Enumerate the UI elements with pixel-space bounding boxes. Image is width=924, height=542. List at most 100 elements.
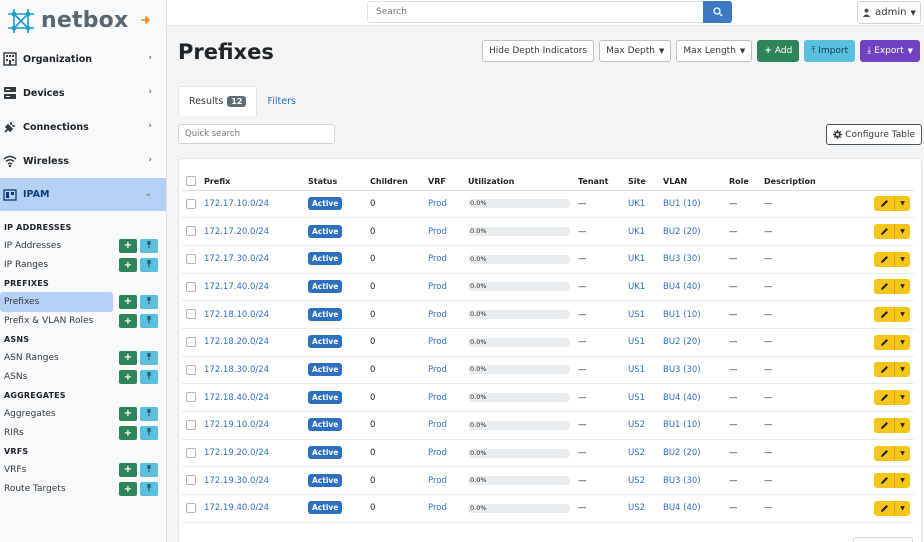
edit-button[interactable] xyxy=(874,196,894,212)
menu-item-route-targets[interactable]: Route Targets + ⤒ xyxy=(0,480,158,500)
site-link[interactable]: UK1 xyxy=(628,254,645,264)
menu-item-asns[interactable]: ASNs + ⤒ xyxy=(0,368,158,388)
hide-depth-indicators-button[interactable]: Hide Depth Indicators xyxy=(482,40,595,62)
row-checkbox[interactable] xyxy=(186,337,196,348)
prefix-link[interactable]: 172.17.40.0/24 xyxy=(204,282,269,292)
edit-button[interactable] xyxy=(874,307,894,323)
upload-icon[interactable]: ⤒ xyxy=(140,406,158,421)
column-header-role[interactable]: Role xyxy=(725,173,760,191)
add-icon[interactable]: + xyxy=(119,350,137,365)
max-length-dropdown[interactable]: Max Length ▼ xyxy=(676,40,753,62)
row-select-cell[interactable] xyxy=(182,411,200,440)
vrf-link[interactable]: Prod xyxy=(428,476,447,486)
upload-icon[interactable]: ⤒ xyxy=(140,426,158,441)
row-checkbox[interactable] xyxy=(186,253,196,264)
prefix-link[interactable]: 172.19.10.0/24 xyxy=(204,420,269,430)
menu-item-aggregates[interactable]: Aggregates + ⤒ xyxy=(0,404,158,424)
row-checkbox[interactable] xyxy=(186,226,196,237)
row-select-cell[interactable] xyxy=(182,300,200,329)
column-header-children[interactable]: Children xyxy=(366,173,424,191)
vlan-link[interactable]: BU1 (10) xyxy=(663,420,701,430)
vrf-link[interactable]: Prod xyxy=(428,310,447,320)
row-checkbox[interactable] xyxy=(186,309,196,320)
prefix-link[interactable]: 172.18.20.0/24 xyxy=(204,337,269,347)
edit-dropdown-toggle[interactable]: ▼ xyxy=(894,307,910,323)
site-link[interactable]: US2 xyxy=(628,476,645,486)
menu-item-vrfs[interactable]: VRFs + ⤒ xyxy=(0,460,158,480)
configure-table-button[interactable]: Configure Table xyxy=(826,124,922,145)
tab-results[interactable]: Results 12 xyxy=(178,86,258,116)
site-link[interactable]: US1 xyxy=(628,337,645,347)
menu-item-prefix-vlan-roles[interactable]: Prefix & VLAN Roles + ⤒ xyxy=(0,312,158,332)
site-link[interactable]: US2 xyxy=(628,503,645,513)
sidebar-section-devices[interactable]: Devices › xyxy=(0,76,166,110)
menu-item-asn-ranges[interactable]: ASN Ranges + ⤒ xyxy=(0,348,158,368)
edit-dropdown-toggle[interactable]: ▼ xyxy=(894,224,910,240)
edit-dropdown-toggle[interactable]: ▼ xyxy=(894,279,910,295)
prefix-link[interactable]: 172.17.30.0/24 xyxy=(204,254,269,264)
upload-icon[interactable]: ⤒ xyxy=(140,314,158,329)
row-select-cell[interactable] xyxy=(182,190,200,219)
select-all-checkbox[interactable] xyxy=(186,176,196,187)
edit-dropdown-toggle[interactable]: ▼ xyxy=(894,390,910,406)
edit-button[interactable] xyxy=(874,279,894,295)
column-header-utilization[interactable]: Utilization xyxy=(464,173,574,191)
prefix-link[interactable]: 172.18.30.0/24 xyxy=(204,365,269,375)
menu-item-prefixes[interactable]: Prefixes + ⤒ xyxy=(0,292,158,312)
upload-icon[interactable]: ⤒ xyxy=(140,294,158,309)
row-checkbox[interactable] xyxy=(186,475,196,486)
vlan-link[interactable]: BU2 (20) xyxy=(663,448,701,458)
vrf-link[interactable]: Prod xyxy=(428,503,447,513)
column-header-vlan[interactable]: VLAN xyxy=(659,173,725,191)
upload-icon[interactable]: ⤒ xyxy=(140,258,158,273)
edit-dropdown-toggle[interactable]: ▼ xyxy=(894,500,910,516)
edit-button[interactable] xyxy=(874,334,894,350)
vlan-link[interactable]: BU4 (40) xyxy=(663,282,701,292)
search-button[interactable] xyxy=(703,1,732,23)
site-link[interactable]: US2 xyxy=(628,420,645,430)
pin-icon[interactable] xyxy=(140,15,150,25)
row-checkbox[interactable] xyxy=(186,198,196,209)
prefix-link[interactable]: 172.18.40.0/24 xyxy=(204,393,269,403)
edit-button[interactable] xyxy=(874,224,894,240)
edit-button[interactable] xyxy=(874,251,894,267)
export-button[interactable]: ⤓ Export ▼ xyxy=(860,40,920,62)
select-all-header[interactable] xyxy=(182,173,200,191)
edit-button[interactable] xyxy=(874,390,894,406)
row-checkbox[interactable] xyxy=(186,364,196,375)
prefix-link[interactable]: 172.19.40.0/24 xyxy=(204,503,269,513)
menu-item-ip-ranges[interactable]: IP Ranges + ⤒ xyxy=(0,256,158,276)
sidebar-section-wireless[interactable]: Wireless › xyxy=(0,144,166,178)
vrf-link[interactable]: Prod xyxy=(428,254,447,264)
edit-dropdown-toggle[interactable]: ▼ xyxy=(894,473,910,489)
add-icon[interactable]: + xyxy=(119,406,137,421)
sidebar-section-connections[interactable]: Connections › xyxy=(0,110,166,144)
edit-button[interactable] xyxy=(874,445,894,461)
add-icon[interactable]: + xyxy=(119,294,137,309)
edit-dropdown-toggle[interactable]: ▼ xyxy=(894,334,910,350)
vlan-link[interactable]: BU4 (40) xyxy=(663,503,701,513)
site-link[interactable]: US1 xyxy=(628,365,645,375)
vlan-link[interactable]: BU3 (30) xyxy=(663,476,701,486)
add-icon[interactable]: + xyxy=(119,238,137,253)
prefix-link[interactable]: 172.19.20.0/24 xyxy=(204,448,269,458)
vrf-link[interactable]: Prod xyxy=(428,282,447,292)
global-search-input[interactable] xyxy=(367,1,703,23)
row-select-cell[interactable] xyxy=(182,245,200,274)
tab-filters[interactable]: Filters xyxy=(257,86,305,116)
site-link[interactable]: UK1 xyxy=(628,199,645,209)
row-checkbox[interactable] xyxy=(186,447,196,458)
column-header-prefix[interactable]: Prefix xyxy=(200,173,304,191)
row-select-cell[interactable] xyxy=(182,356,200,385)
row-select-cell[interactable] xyxy=(182,439,200,468)
site-link[interactable]: UK1 xyxy=(628,282,645,292)
upload-icon[interactable]: ⤒ xyxy=(140,482,158,497)
prefix-link[interactable]: 172.17.20.0/24 xyxy=(204,227,269,237)
add-icon[interactable]: + xyxy=(119,482,137,497)
user-menu-button[interactable]: admin ▼ xyxy=(857,1,921,24)
row-checkbox[interactable] xyxy=(186,420,196,431)
row-checkbox[interactable] xyxy=(186,392,196,403)
upload-icon[interactable]: ⤒ xyxy=(140,462,158,477)
row-checkbox[interactable] xyxy=(186,281,196,292)
prefix-link[interactable]: 172.17.10.0/24 xyxy=(204,199,269,209)
